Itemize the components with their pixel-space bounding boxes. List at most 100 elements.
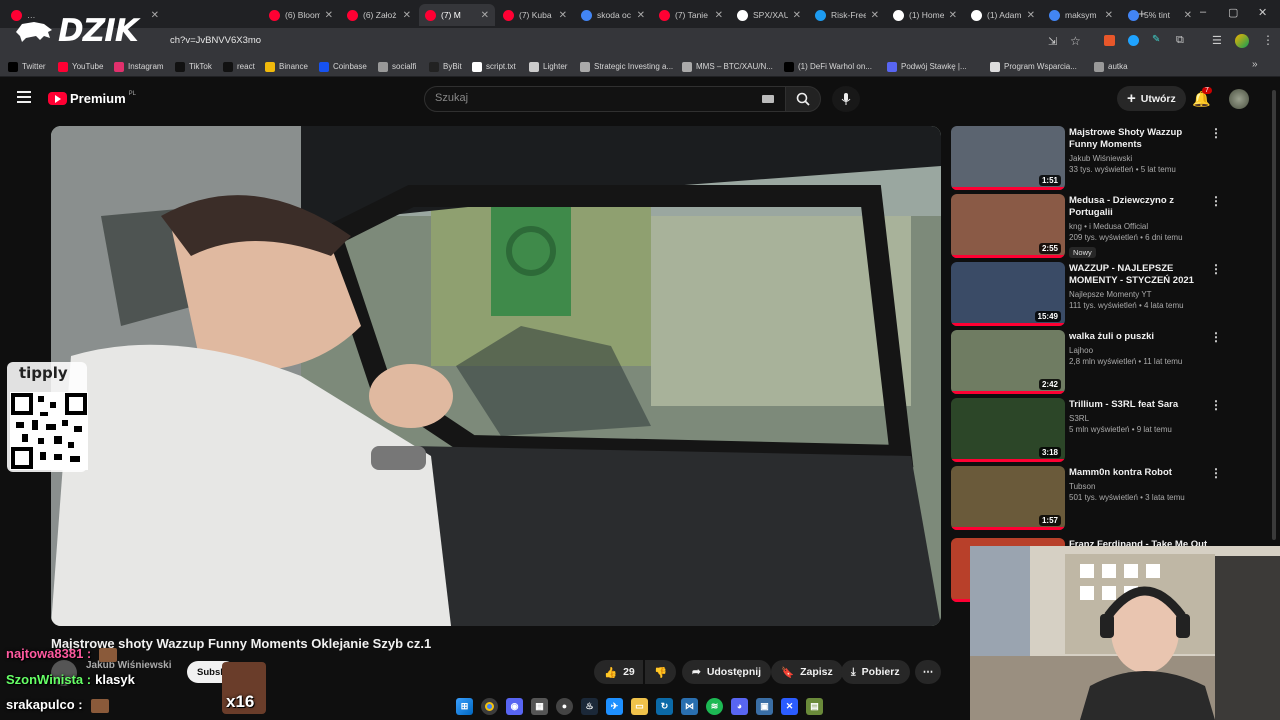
save-button[interactable]: 🔖 Zapisz xyxy=(771,660,843,684)
search-button[interactable] xyxy=(785,86,821,112)
bookmark-item[interactable]: YouTube xyxy=(58,59,103,74)
profile-avatar[interactable] xyxy=(1235,34,1249,48)
recommendation-thumbnail[interactable]: 3:18 xyxy=(951,398,1065,462)
recommendation-title[interactable]: Majstrowe Shoty Wazzup Funny Moments Prz… xyxy=(1069,127,1209,151)
bookmark-item[interactable]: Lighter xyxy=(529,59,567,74)
file-explorer-icon[interactable]: ▭ xyxy=(631,697,648,715)
more-actions-button[interactable]: ⋯ xyxy=(915,660,941,684)
bookmark-item[interactable]: Podwój Stawkę |... xyxy=(887,59,967,74)
create-button[interactable]: + Utwórz xyxy=(1117,86,1186,111)
recommendation-thumbnail[interactable]: 2:55 xyxy=(951,194,1065,258)
bookmark-item[interactable]: script.txt xyxy=(472,59,516,74)
url-text[interactable]: ch?v=JvBNVV6X3mo xyxy=(170,35,261,46)
bookmark-star-icon[interactable]: ☆ xyxy=(1070,34,1081,48)
recommendation-thumbnail[interactable]: 1:51 xyxy=(951,126,1065,190)
bookmark-item[interactable]: autka xyxy=(1094,59,1128,74)
more-bookmarks-icon[interactable]: » xyxy=(1252,59,1258,70)
recommendation-meta[interactable]: walka żuli o puszki Lajhoo 2,8 mln wyświet… xyxy=(1069,331,1209,366)
browser-tab[interactable]: (1) Home ✕ xyxy=(887,4,963,26)
recommendation-meta[interactable]: Mamm0n kontra Robot Tubson 501 tys. wyświe… xyxy=(1069,467,1209,502)
recommendation-title[interactable]: walka żuli o puszki xyxy=(1069,331,1209,343)
recommendation-menu-icon[interactable]: ⋮ xyxy=(1210,466,1222,480)
search-input[interactable]: Szukaj xyxy=(424,86,786,112)
recommendation-channel[interactable]: Tubson xyxy=(1069,482,1209,491)
bookmark-item[interactable]: Instagram xyxy=(114,59,164,74)
recommendation-title[interactable]: WAZZUP - NAJLEPSZE MOMENTY - STYCZEŃ 202… xyxy=(1069,263,1209,287)
bookmark-item[interactable]: Twitter xyxy=(8,59,46,74)
recommendation-channel[interactable]: Lajhoo xyxy=(1069,346,1209,355)
tab-close-icon[interactable]: ✕ xyxy=(1027,10,1035,21)
tab-close-icon[interactable]: ✕ xyxy=(949,10,957,21)
hamburger-menu-icon[interactable] xyxy=(17,91,31,103)
video-player[interactable] xyxy=(51,126,941,626)
spotify-icon[interactable]: ≋ xyxy=(706,697,723,715)
bookmark-item[interactable]: (1) DeFi Warhol on... xyxy=(784,59,872,74)
install-app-icon[interactable]: ⇲ xyxy=(1048,35,1057,48)
extension-icon[interactable] xyxy=(1104,35,1115,46)
recommendation-menu-icon[interactable]: ⋮ xyxy=(1210,330,1222,344)
app-icon[interactable]: ▦ xyxy=(531,697,548,715)
download-button[interactable]: ⤓ Pobierz xyxy=(841,660,910,684)
browser-tab[interactable]: (7) Tanie ✕ xyxy=(653,4,729,26)
bookmark-item[interactable]: Coinbase xyxy=(319,59,367,74)
app-icon[interactable]: ⋈ xyxy=(681,697,698,715)
bookmark-item[interactable]: TikTok xyxy=(175,59,212,74)
channel-name[interactable]: Jakub Wiśniewski xyxy=(86,660,172,671)
maximize-icon[interactable]: ▢ xyxy=(1228,6,1238,19)
recommendation-meta[interactable]: WAZZUP - NAJLEPSZE MOMENTY - STYCZEŃ 202… xyxy=(1069,263,1209,310)
recommendation-meta[interactable]: Trillium - S3RL feat Sara S3RL 5 mln wyświ… xyxy=(1069,399,1209,434)
tab-close-icon[interactable]: ✕ xyxy=(1105,10,1113,21)
dislike-button[interactable]: 👎 xyxy=(645,660,677,684)
extension-icon[interactable]: ✎ xyxy=(1152,34,1160,45)
app-icon[interactable]: ↻ xyxy=(656,697,673,715)
recommendation-thumbnail[interactable]: 1:57 xyxy=(951,466,1065,530)
tab-close-icon[interactable]: ✕ xyxy=(871,10,879,21)
app-icon[interactable]: ✕ xyxy=(781,697,798,715)
recommendation-menu-icon[interactable]: ⋮ xyxy=(1210,262,1222,276)
account-avatar[interactable] xyxy=(1229,89,1249,109)
browser-tab[interactable]: SPX/XAU ✕ xyxy=(731,4,807,26)
browser-tab[interactable]: (6) Bloom ✕ xyxy=(263,4,339,26)
discord-icon[interactable]: ◕ xyxy=(731,697,748,715)
youtube-premium-logo[interactable]: Premium PL xyxy=(48,91,136,106)
steam-icon[interactable]: ♨ xyxy=(581,697,598,715)
obs-icon[interactable]: ● xyxy=(556,697,573,715)
telegram-icon[interactable]: ✈ xyxy=(606,697,623,715)
new-tab-icon[interactable]: + xyxy=(1138,6,1146,21)
recommendation-title[interactable]: Mamm0n kontra Robot xyxy=(1069,467,1209,479)
browser-tab[interactable]: (7) M ✕ xyxy=(419,4,495,26)
share-button[interactable]: ➦ Udostępnij xyxy=(682,660,772,684)
browser-tab[interactable]: Risk-Free ✕ xyxy=(809,4,885,26)
bookmark-item[interactable]: MMS – BTC/XAU/N... xyxy=(682,59,773,74)
recommendation-channel[interactable]: Najlepsze Momenty YT xyxy=(1069,290,1209,299)
page-scrollbar[interactable] xyxy=(1272,90,1276,540)
browser-tab[interactable]: (6) Założ ✕ xyxy=(341,4,417,26)
bookmark-item[interactable]: ByBit xyxy=(429,59,462,74)
recommendation-thumbnail[interactable]: 2:42 xyxy=(951,330,1065,394)
bookmark-item[interactable]: Strategic Investing a... xyxy=(580,59,673,74)
app-icon[interactable]: ▣ xyxy=(756,697,773,715)
tab-close-icon[interactable]: ✕ xyxy=(403,10,411,21)
browser-tab[interactable]: 5% tint ✕ xyxy=(1122,4,1198,26)
recommendation-channel[interactable]: Jakub Wiśniewski xyxy=(1069,154,1209,163)
browser-tab[interactable]: maksym ✕ xyxy=(1043,4,1119,26)
tab-close-icon[interactable]: ✕ xyxy=(793,10,801,21)
recommendation-thumbnail[interactable]: 15:49 xyxy=(951,262,1065,326)
bookmark-item[interactable]: react xyxy=(223,59,255,74)
keyboard-icon[interactable] xyxy=(762,95,774,103)
tab-close-icon[interactable]: ✕ xyxy=(325,10,333,21)
browser-tab[interactable]: skoda oc ✕ xyxy=(575,4,651,26)
close-window-icon[interactable]: ✕ xyxy=(1258,6,1267,19)
app-icon[interactable]: ▤ xyxy=(806,697,823,715)
reading-list-icon[interactable]: ☰ xyxy=(1212,34,1222,47)
menu-kebab-icon[interactable]: ⋮ xyxy=(1262,33,1274,47)
recommendation-meta[interactable]: Majstrowe Shoty Wazzup Funny Moments Prz… xyxy=(1069,127,1209,174)
recommendation-menu-icon[interactable]: ⋮ xyxy=(1210,398,1222,412)
recommendation-title[interactable]: Medusa - Dziewczyno z Portugalii xyxy=(1069,195,1209,219)
voice-search-button[interactable] xyxy=(832,86,860,112)
recommendation-menu-icon[interactable]: ⋮ xyxy=(1210,126,1222,140)
like-button[interactable]: 👍 29 xyxy=(594,660,643,684)
windows-start-icon[interactable]: ⊞ xyxy=(456,697,473,715)
tab-close-icon[interactable]: ✕ xyxy=(481,10,489,21)
discord-icon[interactable]: ◉ xyxy=(506,697,523,715)
